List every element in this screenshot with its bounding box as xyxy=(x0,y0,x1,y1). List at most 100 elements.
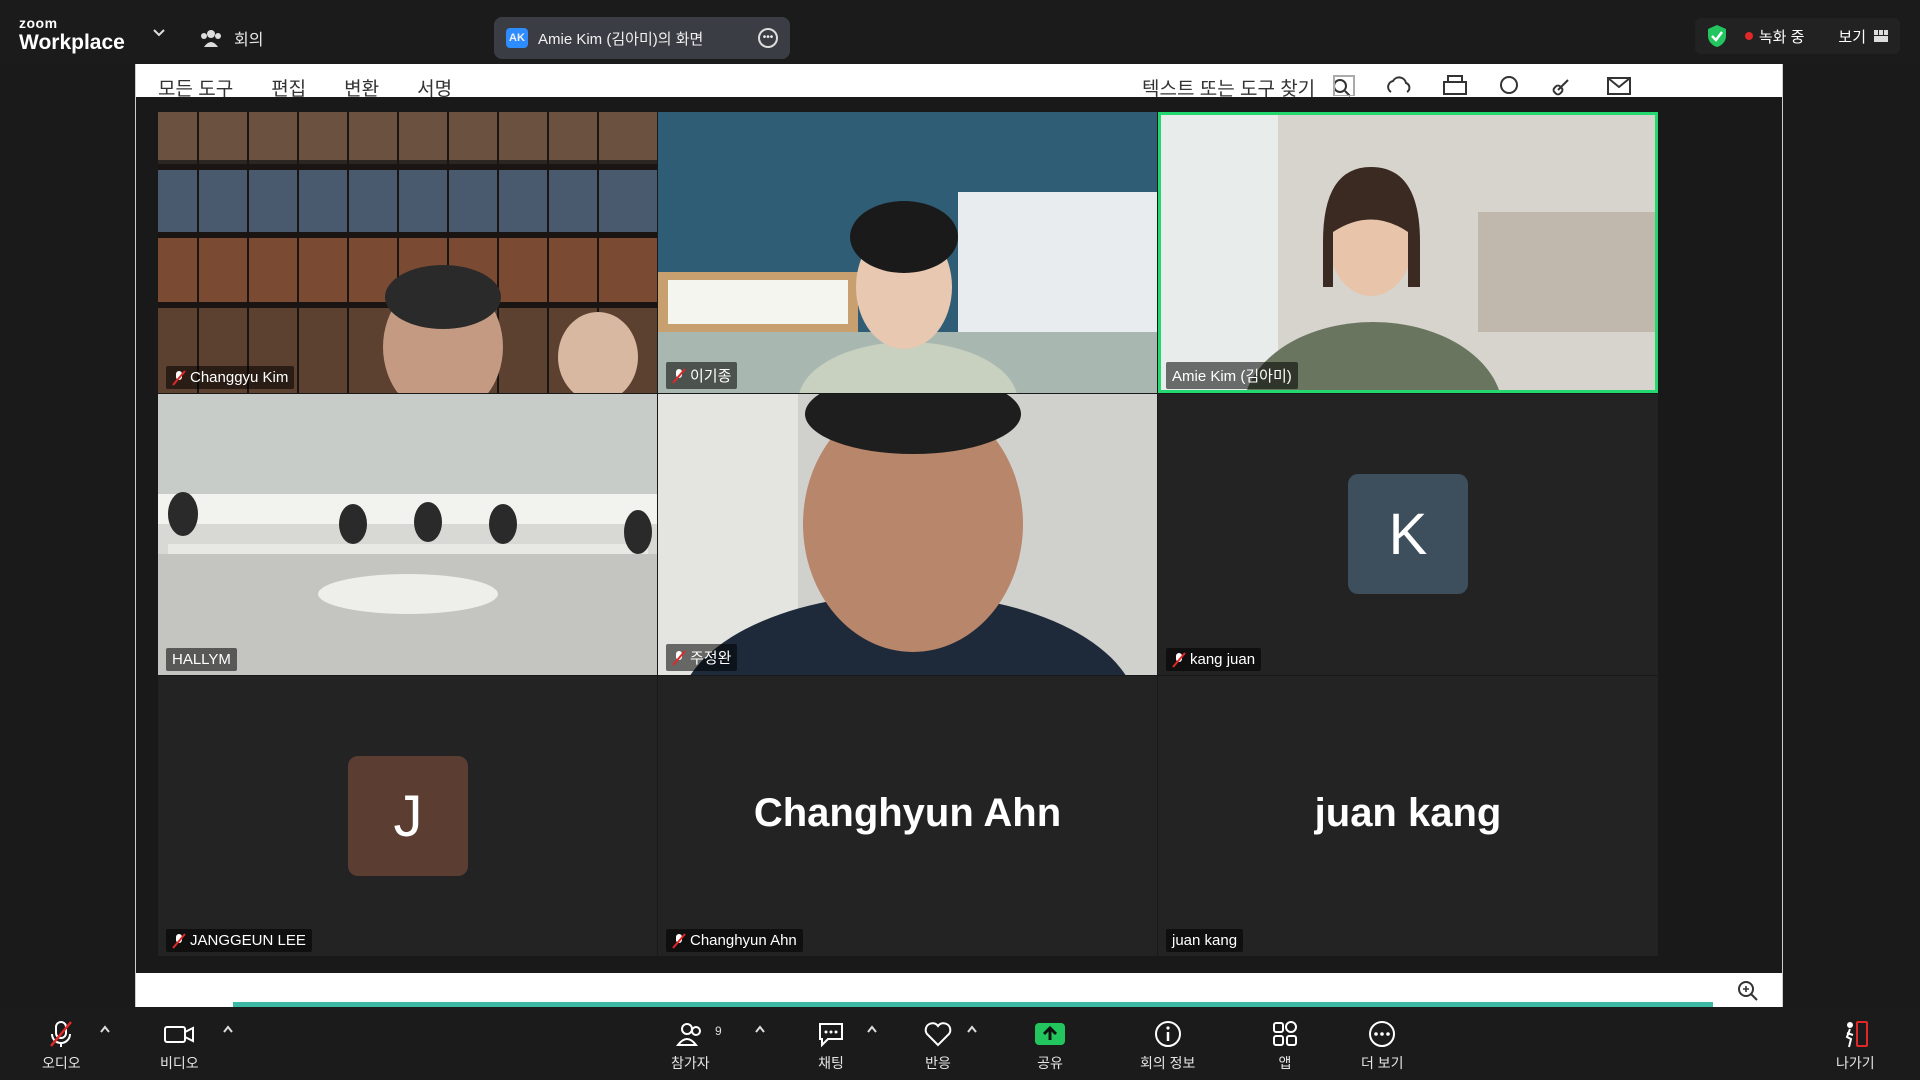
pdf-menu-all-tools[interactable]: 모든 도구 xyxy=(158,74,233,97)
pdf-bottom-bar xyxy=(136,973,1782,1007)
encryption-shield-icon[interactable] xyxy=(1695,18,1739,54)
participant-name-tag: Changgyu Kim xyxy=(166,366,295,389)
participant-tile-changhyun-ahn[interactable]: Changhyun Ahn Changhyun Ahn xyxy=(658,676,1157,956)
participant-tile-changgyu-kim[interactable]: Changgyu Kim xyxy=(158,112,657,393)
more-button[interactable]: 더 보기 xyxy=(1361,1019,1404,1073)
video-button[interactable]: 비디오 xyxy=(160,1019,199,1073)
pdf-menu-sign[interactable]: 서명 xyxy=(417,74,452,97)
chat-label: 채팅 xyxy=(818,1055,844,1071)
view-label: 보기 xyxy=(1838,28,1866,46)
participant-tile-kang-juan[interactable]: K kang juan xyxy=(1158,394,1658,675)
top-right-controls: 녹화 중 보기 xyxy=(1694,18,1900,54)
share-screen-icon xyxy=(1035,1023,1065,1045)
participant-tile-lee-gijong[interactable]: 이기종 xyxy=(658,112,1157,393)
zoom-in-icon[interactable] xyxy=(1736,979,1760,1003)
search-zoom-icon[interactable] xyxy=(1498,74,1522,96)
chevron-up-icon[interactable] xyxy=(866,1025,878,1033)
link-icon[interactable] xyxy=(1552,74,1576,96)
apps-icon xyxy=(1273,1021,1297,1046)
share-button[interactable]: 공유 xyxy=(1034,1019,1066,1073)
reactions-label: 반응 xyxy=(925,1055,951,1071)
more-options-icon[interactable]: ••• xyxy=(758,28,778,48)
pdf-toolbar: 모든 도구 편집 변환 서명 텍스트 또는 도구 찾기 xyxy=(136,64,1782,97)
participant-tile-juan-kang[interactable]: juan kang juan kang xyxy=(1158,676,1658,956)
audio-button[interactable]: 오디오 xyxy=(42,1019,81,1073)
avatar: K xyxy=(1348,474,1468,594)
avatar: J xyxy=(348,756,468,876)
recording-dot-icon xyxy=(1744,32,1753,40)
print-icon[interactable] xyxy=(1442,74,1468,96)
meeting-room-video-feed xyxy=(158,394,657,675)
grid-icon xyxy=(1874,30,1888,42)
participant-name-tag: 이기종 xyxy=(666,362,738,389)
meeting-toolbar: 오디오 비디오 참가자 9 채팅 반응 공유 회의 정보 앱 더 보기 나가기 xyxy=(0,1007,1920,1080)
participant-name-tag: 주정완 xyxy=(666,644,738,671)
participant-display-name: Changhyun Ahn xyxy=(753,791,1062,835)
participant-tile-hallym[interactable]: HALLYM xyxy=(158,394,657,675)
heart-icon xyxy=(924,1022,952,1047)
meeting-tab[interactable]: 회의 xyxy=(200,26,263,50)
muted-mic-icon xyxy=(50,1021,73,1047)
pdf-menu-convert[interactable]: 변환 xyxy=(344,74,379,97)
participant-name-tag: juan kang xyxy=(1166,929,1244,952)
video-label: 비디오 xyxy=(160,1055,199,1071)
brand-workplace: Workplace xyxy=(19,31,125,54)
zoom-logo: zoom Workplace xyxy=(19,16,125,53)
speaker-video-feed xyxy=(1158,112,1658,393)
participants-button[interactable]: 참가자 xyxy=(671,1019,710,1073)
more-label: 더 보기 xyxy=(1361,1055,1404,1071)
apps-button[interactable]: 앱 xyxy=(1270,1019,1300,1073)
participant-name: juan kang xyxy=(1172,932,1238,949)
reactions-button[interactable]: 반응 xyxy=(923,1019,953,1073)
meeting-info-button[interactable]: 회의 정보 xyxy=(1140,1019,1195,1073)
chevron-up-icon[interactable] xyxy=(754,1025,766,1033)
recording-label: 녹화 중 xyxy=(1758,28,1805,46)
meeting-info-label: 회의 정보 xyxy=(1140,1055,1196,1071)
office-video-feed xyxy=(658,112,1157,393)
chat-icon xyxy=(819,1023,843,1048)
pdf-menu: 모든 도구 편집 변환 서명 xyxy=(158,74,452,97)
sharer-avatar: AK xyxy=(506,28,528,48)
participant-tile-amie-kim[interactable]: Amie Kim (김아미) xyxy=(1158,112,1658,393)
leave-label: 나가기 xyxy=(1836,1055,1875,1071)
chevron-down-icon[interactable] xyxy=(152,28,166,38)
leave-icon xyxy=(1846,1021,1869,1048)
muted-mic-icon xyxy=(672,932,686,949)
participants-icon xyxy=(676,1023,702,1046)
chevron-up-icon[interactable] xyxy=(99,1025,111,1033)
view-button[interactable]: 보기 xyxy=(1826,26,1900,47)
more-icon xyxy=(1369,1021,1396,1047)
participant-display-name: juan kang xyxy=(1314,791,1502,835)
participant-name: kang juan xyxy=(1190,651,1256,668)
chat-button[interactable]: 채팅 xyxy=(816,1019,846,1073)
participant-name-tag: Changhyun Ahn xyxy=(666,929,803,952)
chevron-up-icon[interactable] xyxy=(966,1025,978,1033)
share-label: 공유 xyxy=(1037,1055,1063,1071)
participant-name: HALLYM xyxy=(172,651,231,668)
screen-share-indicator[interactable]: AK Amie Kim (김아미)의 화면 ••• xyxy=(494,17,790,59)
participant-name-tag: JANGGEUN LEE xyxy=(166,929,312,952)
participant-tile-janggeun-lee[interactable]: J JANGGEUN LEE xyxy=(158,676,657,956)
cloud-upload-icon[interactable] xyxy=(1386,74,1412,96)
participant-name: Changgyu Kim xyxy=(190,369,289,386)
audio-label: 오디오 xyxy=(42,1055,81,1071)
participants-count: 9 xyxy=(715,1024,722,1038)
video-camera-icon xyxy=(164,1026,195,1043)
save-icon[interactable] xyxy=(1332,74,1356,96)
apps-label: 앱 xyxy=(1278,1055,1292,1071)
pdf-menu-edit[interactable]: 편집 xyxy=(271,74,306,97)
chevron-up-icon[interactable] xyxy=(222,1025,234,1033)
pdf-search[interactable]: 텍스트 또는 도구 찾기 xyxy=(1142,74,1352,97)
leave-button[interactable]: 나가기 xyxy=(1836,1019,1875,1073)
recording-indicator[interactable]: 녹화 중 xyxy=(1739,26,1827,47)
muted-mic-icon xyxy=(672,367,686,384)
people-icon xyxy=(201,30,221,47)
participant-name: 주정완 xyxy=(690,650,732,667)
participant-name: Changhyun Ahn xyxy=(690,932,797,949)
participant-name: 이기종 xyxy=(690,368,732,385)
pdf-search-label: 텍스트 또는 도구 찾기 xyxy=(1142,79,1316,97)
participant-name-tag: kang juan xyxy=(1166,648,1262,671)
participant-tile-joo-jeongwan[interactable]: 주정완 xyxy=(658,394,1157,675)
muted-mic-icon xyxy=(172,932,186,949)
mail-icon[interactable] xyxy=(1606,74,1632,96)
